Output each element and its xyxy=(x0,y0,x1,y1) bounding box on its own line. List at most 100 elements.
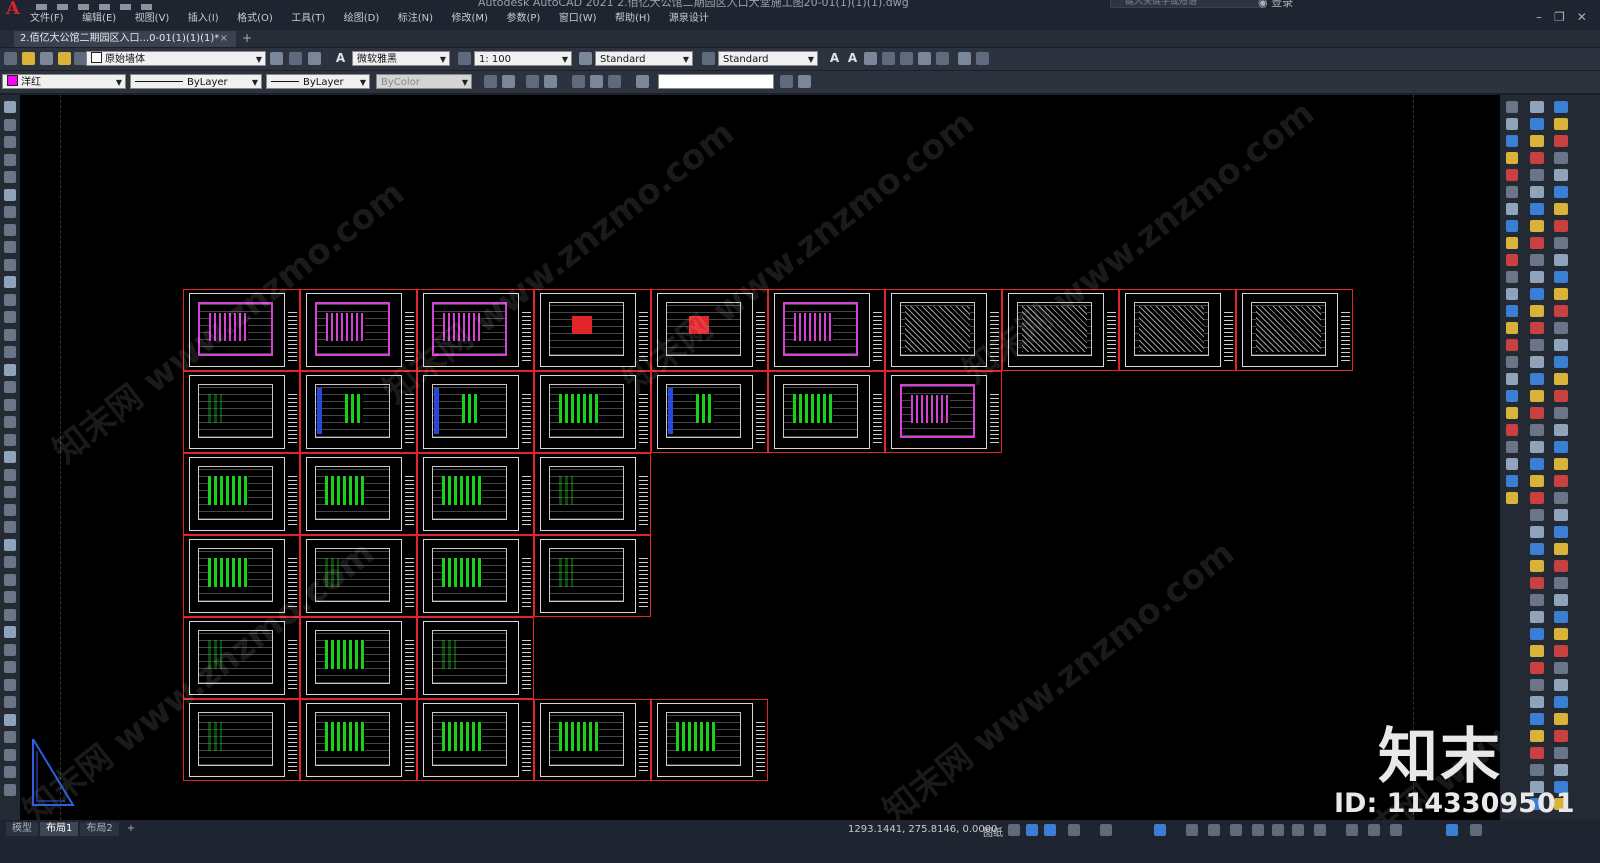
layout-sheet[interactable] xyxy=(885,289,1002,371)
new-tab-button[interactable]: + xyxy=(242,31,252,46)
layout-sheet[interactable] xyxy=(651,371,768,453)
coordinate-readout[interactable]: 1293.1441, 275.8146, 0.0000 xyxy=(848,824,998,835)
ordinate-icon[interactable] xyxy=(1506,152,1518,164)
plus-icon[interactable] xyxy=(1346,824,1358,836)
linear-dim-icon[interactable] xyxy=(1506,101,1518,113)
continue-icon[interactable] xyxy=(1554,271,1568,283)
dim-edit-icon[interactable] xyxy=(1554,747,1568,759)
break-icon[interactable] xyxy=(4,591,16,603)
dim-text-edit-icon[interactable] xyxy=(1506,407,1518,419)
arc-icon[interactable] xyxy=(4,136,16,148)
search-input[interactable]: 键入关键字或短语 xyxy=(1110,0,1266,8)
radius-icon[interactable] xyxy=(1530,526,1544,538)
aligned-dim-icon[interactable] xyxy=(1506,118,1518,130)
rectangle-icon[interactable] xyxy=(4,171,16,183)
layout-sheet[interactable] xyxy=(417,699,534,781)
multileader-style-icon[interactable] xyxy=(702,52,715,65)
quick-dim-icon[interactable] xyxy=(1554,237,1568,249)
multileader-style-dropdown[interactable]: Standard ▼ xyxy=(718,51,818,66)
draworder-back-icon[interactable] xyxy=(502,75,515,88)
find-text-icon[interactable] xyxy=(882,52,895,65)
dim-update-icon[interactable] xyxy=(1554,424,1568,436)
arc-length-icon[interactable] xyxy=(1554,135,1568,147)
menu-draw[interactable]: 绘图(D) xyxy=(344,12,380,26)
tolerance-icon[interactable] xyxy=(1530,679,1544,691)
lineweight-icon[interactable] xyxy=(1186,824,1198,836)
trim-icon[interactable] xyxy=(4,556,16,568)
drawing-canvas[interactable]: 知末网 www.znzmo.com 知末网 www.znzmo.com 知末网 ww… xyxy=(20,95,1500,820)
arc-length-icon[interactable] xyxy=(1530,135,1544,147)
dim-text-edit-icon[interactable] xyxy=(1554,764,1568,776)
line-icon[interactable] xyxy=(4,101,16,113)
menu-tools[interactable]: 工具(T) xyxy=(291,12,325,26)
mtext-icon[interactable] xyxy=(4,416,16,428)
zoom-extents-icon[interactable] xyxy=(544,75,557,88)
dim-text-edit-icon[interactable] xyxy=(1530,407,1544,419)
tab-layout2[interactable]: 布局2 xyxy=(80,822,119,836)
layout-sheet[interactable] xyxy=(534,699,651,781)
dim-update-icon[interactable] xyxy=(1506,424,1518,436)
add-layout-button[interactable]: + xyxy=(121,822,141,836)
document-tab[interactable]: 2.佰亿大公馆二期园区入口...0-01(1)(1)(1)* × xyxy=(14,31,236,47)
ordinate-icon[interactable] xyxy=(1554,509,1568,521)
jogged-linear-icon[interactable] xyxy=(1506,373,1518,385)
measure-icon[interactable] xyxy=(4,766,16,778)
isodraft-icon[interactable] xyxy=(1100,824,1112,836)
text-frame-icon[interactable] xyxy=(958,52,971,65)
continue-icon[interactable] xyxy=(1554,628,1568,640)
jogged-icon[interactable] xyxy=(1530,543,1544,555)
aligned-dim-icon[interactable] xyxy=(1530,118,1544,130)
ordinate-icon[interactable] xyxy=(1554,152,1568,164)
draworder-front-icon[interactable] xyxy=(484,75,497,88)
center-mark-icon[interactable] xyxy=(1554,339,1568,351)
arc-length-icon[interactable] xyxy=(1530,492,1544,504)
layout-sheet[interactable] xyxy=(534,371,651,453)
aligned-dim-icon[interactable] xyxy=(1506,475,1518,487)
menu-insert[interactable]: 插入(I) xyxy=(188,12,219,26)
undo-icon[interactable] xyxy=(141,4,152,10)
diameter-icon[interactable] xyxy=(1530,560,1544,572)
layout-sheet[interactable] xyxy=(417,453,534,535)
layout-sheet[interactable] xyxy=(183,699,300,781)
jogged-linear-icon[interactable] xyxy=(1530,730,1544,742)
angular-icon[interactable] xyxy=(1554,577,1568,589)
stretch-icon[interactable] xyxy=(4,486,16,498)
tolerance-icon[interactable] xyxy=(1554,679,1568,691)
linear-dim-icon[interactable] xyxy=(1530,458,1544,470)
dimension-style-icon[interactable] xyxy=(458,52,471,65)
break-dim-icon[interactable] xyxy=(1554,662,1568,674)
transparency-icon[interactable] xyxy=(1208,824,1220,836)
quick-properties-icon[interactable] xyxy=(1272,824,1284,836)
spline-icon[interactable] xyxy=(4,241,16,253)
layout-sheet[interactable] xyxy=(417,371,534,453)
break-dim-icon[interactable] xyxy=(1530,305,1544,317)
quick-dim-icon[interactable] xyxy=(1506,237,1518,249)
polar-tracking-icon[interactable] xyxy=(1068,824,1080,836)
dim-edit-icon[interactable] xyxy=(1530,747,1544,759)
layout-sheet[interactable] xyxy=(417,617,534,699)
layout-sheet[interactable] xyxy=(183,617,300,699)
restore-icon[interactable]: ❐ xyxy=(1554,10,1577,24)
layout-sheet[interactable] xyxy=(183,289,300,371)
center-mark-icon[interactable] xyxy=(1530,696,1544,708)
jogged-linear-icon[interactable] xyxy=(1554,730,1568,742)
gradient-icon[interactable] xyxy=(4,363,16,376)
menu-window[interactable]: 窗口(W) xyxy=(559,12,597,26)
inspect-icon[interactable] xyxy=(1506,356,1518,368)
arc-length-icon[interactable] xyxy=(1506,492,1518,504)
dim-text-edit-icon[interactable] xyxy=(1554,407,1568,419)
dim-text-edit-icon[interactable] xyxy=(1530,764,1544,776)
linear-dim-icon[interactable] xyxy=(1554,458,1568,470)
isolate-objects-icon[interactable] xyxy=(1446,824,1458,836)
insert-block-icon[interactable] xyxy=(4,293,16,306)
single-line-text-icon[interactable]: A xyxy=(846,52,859,65)
point-icon[interactable] xyxy=(4,328,16,341)
grid-icon[interactable] xyxy=(1008,824,1020,836)
radius-icon[interactable] xyxy=(1554,169,1568,181)
layer-match-icon[interactable] xyxy=(308,52,321,65)
linear-dim-icon[interactable] xyxy=(1506,458,1518,470)
ortho-icon[interactable] xyxy=(1044,824,1056,836)
diameter-icon[interactable] xyxy=(1506,203,1518,215)
aligned-dim-icon[interactable] xyxy=(1530,475,1544,487)
radius-icon[interactable] xyxy=(1530,169,1544,181)
